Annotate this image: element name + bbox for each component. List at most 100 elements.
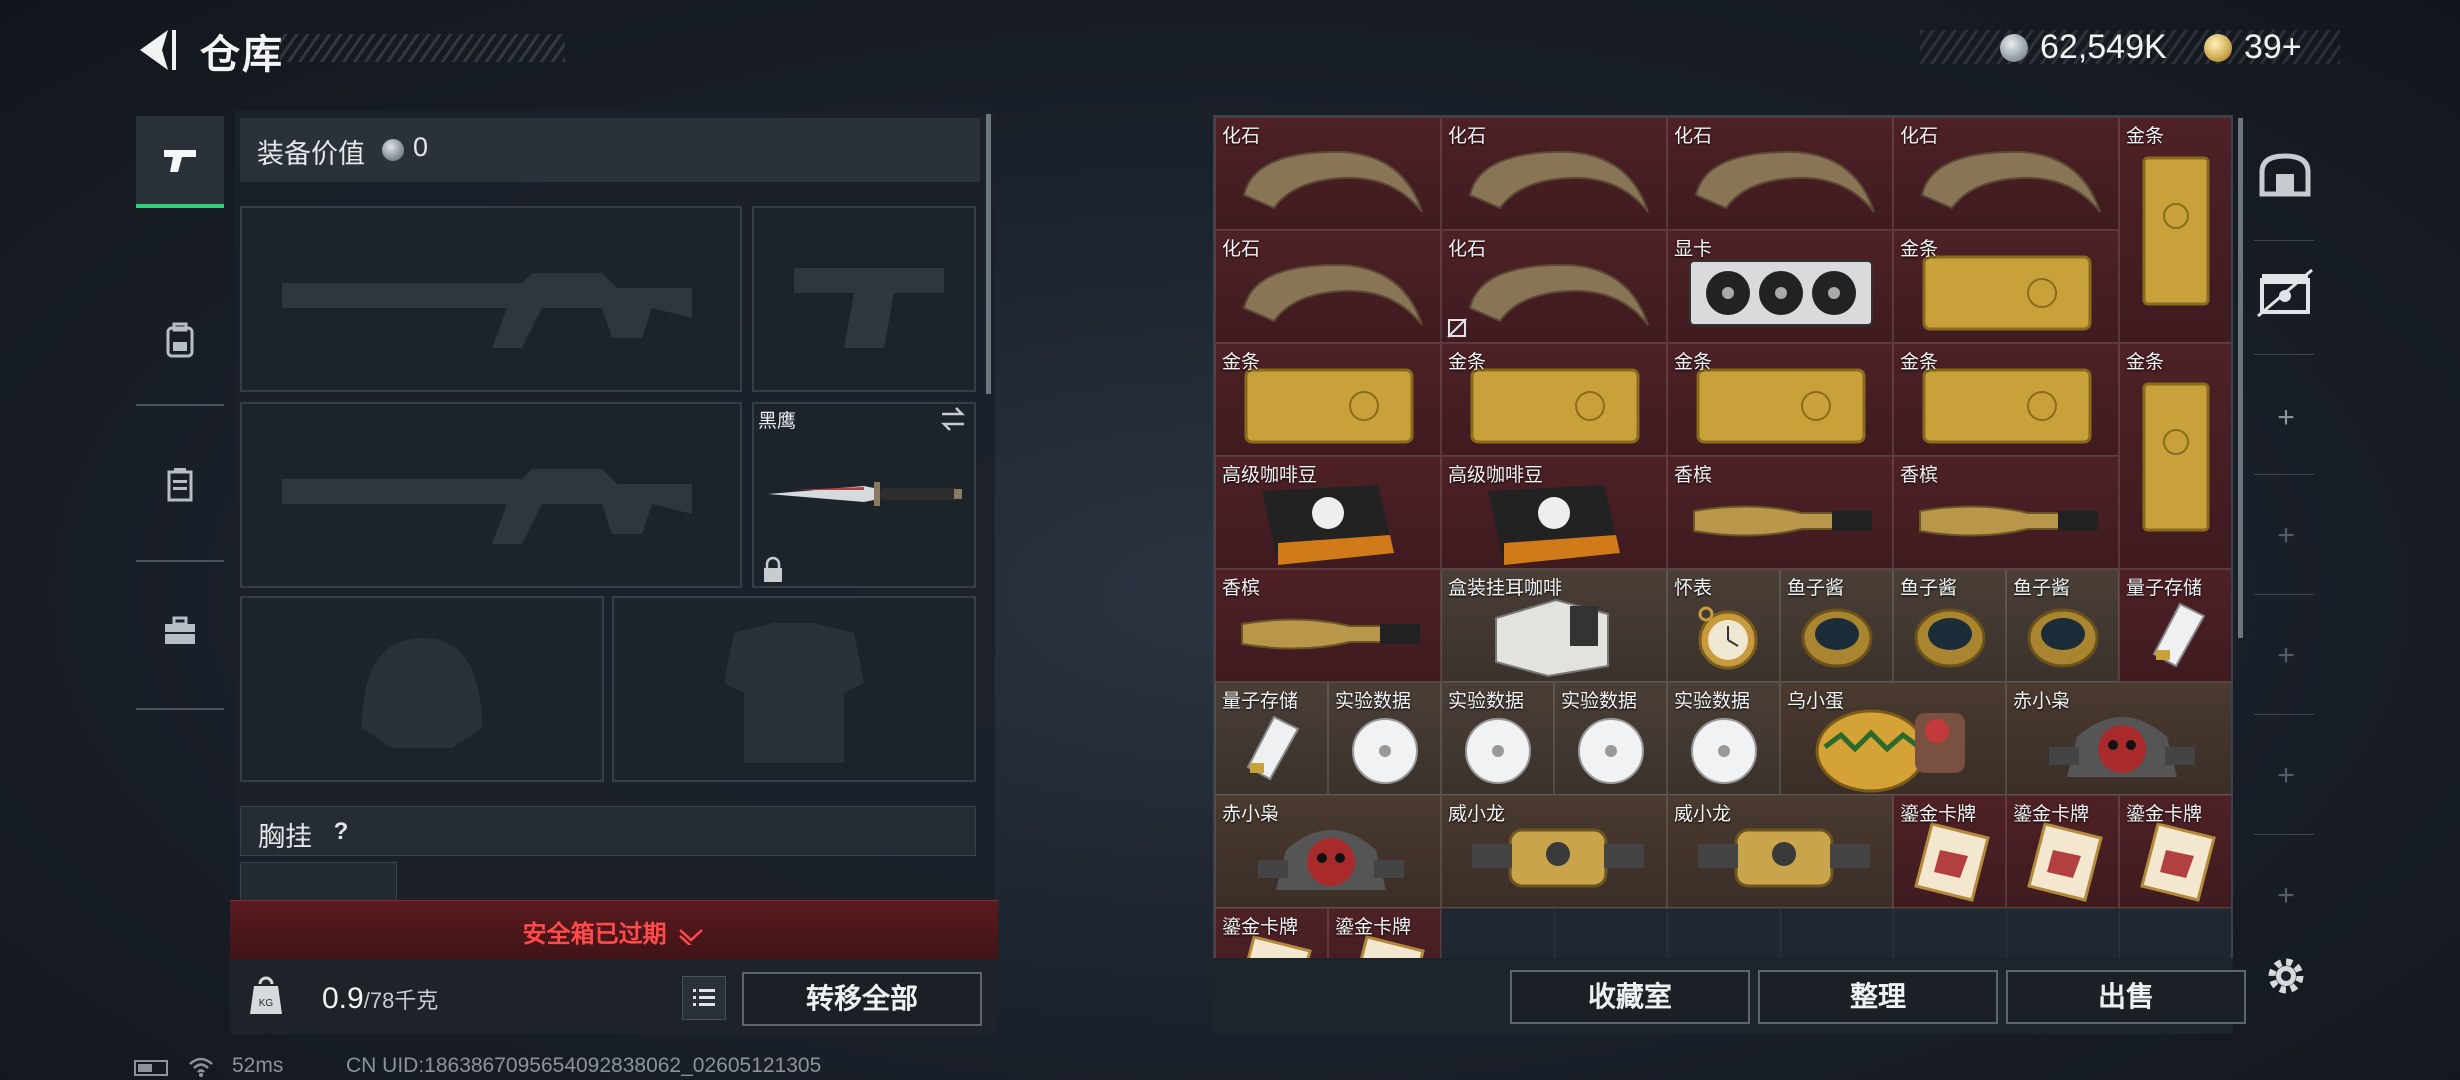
stash-item[interactable]: 乌小蛋 <box>1780 682 2006 795</box>
transfer-all-button[interactable]: 转移全部 <box>742 972 982 1026</box>
fossil-claw-icon <box>1468 150 1649 213</box>
stash-item[interactable]: 鎏金卡牌 <box>2119 795 2231 908</box>
stash-item[interactable]: 香槟 <box>1893 456 2119 569</box>
stash-item[interactable]: 鎏金卡牌 <box>2006 795 2119 908</box>
stash-item[interactable]: 实验数据 <box>1441 682 1554 795</box>
stash-item[interactable]: 怀表 <box>1667 569 1780 682</box>
armor-slot[interactable] <box>612 596 976 782</box>
list-icon <box>693 989 715 1006</box>
stash-grid: 化石 化石 化石 化石 金条 化石 化石 显卡 金条 金条 金条 金条 金条 金… <box>1213 115 2233 962</box>
pistol-slot[interactable] <box>752 206 976 392</box>
quantum-storage-icon <box>1246 715 1300 781</box>
data-disc-icon <box>1691 718 1757 784</box>
side-divider <box>2254 474 2314 475</box>
coffee-bag-icon <box>1262 485 1394 565</box>
side-divider <box>2254 594 2314 595</box>
back-arrow-icon[interactable] <box>128 24 180 76</box>
rifle-placeholder-icon <box>282 273 692 348</box>
primary-weapon-slot-1[interactable] <box>240 206 742 392</box>
battery-icon <box>134 1060 168 1076</box>
tab-toolbox[interactable] <box>136 586 224 674</box>
gold-bar-icon <box>2142 156 2210 306</box>
stash-item[interactable]: 香槟 <box>1215 569 1441 682</box>
stash-item[interactable]: 量子存储 <box>2119 569 2231 682</box>
fossil-claw-icon <box>1694 150 1875 213</box>
helmet-slot[interactable] <box>240 596 604 782</box>
add-container-button[interactable]: + <box>2272 881 2300 911</box>
dragon-figure-icon <box>1698 828 1870 888</box>
stash-item[interactable]: 金条 <box>1441 343 1667 456</box>
stash-item[interactable]: 化石 <box>1667 117 1893 230</box>
graphics-card-icon <box>1689 260 1873 326</box>
stash-item[interactable]: 威小龙 <box>1441 795 1667 908</box>
gold-currency-value[interactable]: 39+ <box>2244 28 2302 67</box>
data-disc-icon <box>1578 718 1644 784</box>
sell-button[interactable]: 出售 <box>2006 970 2246 1024</box>
gold-bar-icon <box>1244 368 1414 444</box>
stash-item[interactable]: 金条 <box>1667 343 1893 456</box>
helmet-placeholder-icon <box>362 638 482 748</box>
stash-item[interactable]: 鱼子酱 <box>1893 569 2006 682</box>
wifi-icon <box>189 1057 213 1077</box>
add-container-button[interactable]: + <box>2272 761 2300 791</box>
stash-item[interactable]: 香槟 <box>1667 456 1893 569</box>
stash-item[interactable]: 金条 <box>1215 343 1441 456</box>
collection-room-button[interactable]: 收藏室 <box>1510 970 1750 1024</box>
stash-item[interactable]: 金条 <box>1893 230 2119 343</box>
stash-scrollbar[interactable] <box>2238 118 2243 638</box>
equipment-scrollbar[interactable] <box>986 114 991 394</box>
coffee-box-icon <box>1495 598 1609 678</box>
stash-item[interactable]: 赤小枭 <box>2006 682 2231 795</box>
help-icon[interactable]: ? <box>322 816 360 848</box>
organize-button[interactable]: 整理 <box>1758 970 1998 1024</box>
stash-item[interactable]: 鱼子酱 <box>1780 569 1893 682</box>
stash-item[interactable]: 鱼子酱 <box>2006 569 2119 682</box>
tab-weapons[interactable] <box>136 116 224 208</box>
no-insure-icon <box>1447 318 1467 338</box>
lock-icon <box>764 556 782 582</box>
stash-item[interactable]: 化石 <box>1215 117 1441 230</box>
stash-item[interactable]: 实验数据 <box>1328 682 1441 795</box>
ping-readout: 52ms <box>232 1054 284 1077</box>
stash-item[interactable]: 盒装挂耳咖啡 <box>1441 569 1667 682</box>
fossil-claw-icon <box>1920 150 2101 213</box>
page-title: 仓库 <box>200 33 284 77</box>
stash-item[interactable]: 实验数据 <box>1554 682 1667 795</box>
champagne-icon <box>1241 618 1420 650</box>
tab-container[interactable] <box>136 440 224 528</box>
add-container-button[interactable]: + <box>2272 521 2300 551</box>
stash-item[interactable]: 金条 <box>2119 117 2231 343</box>
list-view-button[interactable] <box>682 976 726 1020</box>
stash-item[interactable]: 鎏金卡牌 <box>1215 908 1328 960</box>
chest-tab[interactable] <box>2250 258 2320 328</box>
tab-backpack[interactable] <box>136 296 224 384</box>
silver-coin-icon <box>382 139 404 161</box>
add-container-button[interactable]: + <box>2272 403 2300 433</box>
stash-item[interactable]: 威小龙 <box>1667 795 1893 908</box>
pistol-placeholder-icon <box>794 268 944 348</box>
chest-rig-slot[interactable] <box>240 862 397 904</box>
swap-icon[interactable] <box>938 406 968 432</box>
safe-icon <box>2259 153 2311 197</box>
gear-icon[interactable] <box>2262 952 2310 1000</box>
primary-weapon-slot-2[interactable] <box>240 402 742 588</box>
add-container-button[interactable]: + <box>2272 641 2300 671</box>
stash-item[interactable]: 实验数据 <box>1667 682 1780 795</box>
side-divider <box>2254 354 2314 355</box>
stash-item[interactable]: 金条 <box>2119 343 2231 569</box>
stash-item[interactable]: 量子存储 <box>1215 682 1328 795</box>
side-divider <box>2254 714 2314 715</box>
safe-box-tab[interactable] <box>2250 144 2320 214</box>
stash-item[interactable]: 显卡 <box>1667 230 1893 343</box>
stash-item[interactable]: 鎏金卡牌 <box>1328 908 1441 960</box>
stash-item[interactable]: 赤小枭 <box>1215 795 1441 908</box>
stash-item[interactable]: 化石 <box>1893 117 2119 230</box>
stash-item[interactable]: 化石 <box>1441 230 1667 343</box>
stash-item[interactable]: 高级咖啡豆 <box>1215 456 1441 569</box>
stash-item[interactable]: 鎏金卡牌 <box>1893 795 2006 908</box>
stash-item[interactable]: 高级咖啡豆 <box>1441 456 1667 569</box>
stash-item[interactable]: 化石 <box>1441 117 1667 230</box>
stash-item[interactable]: 化石 <box>1215 230 1441 343</box>
dragon-figure-icon <box>1472 828 1644 888</box>
stash-item[interactable]: 金条 <box>1893 343 2119 456</box>
